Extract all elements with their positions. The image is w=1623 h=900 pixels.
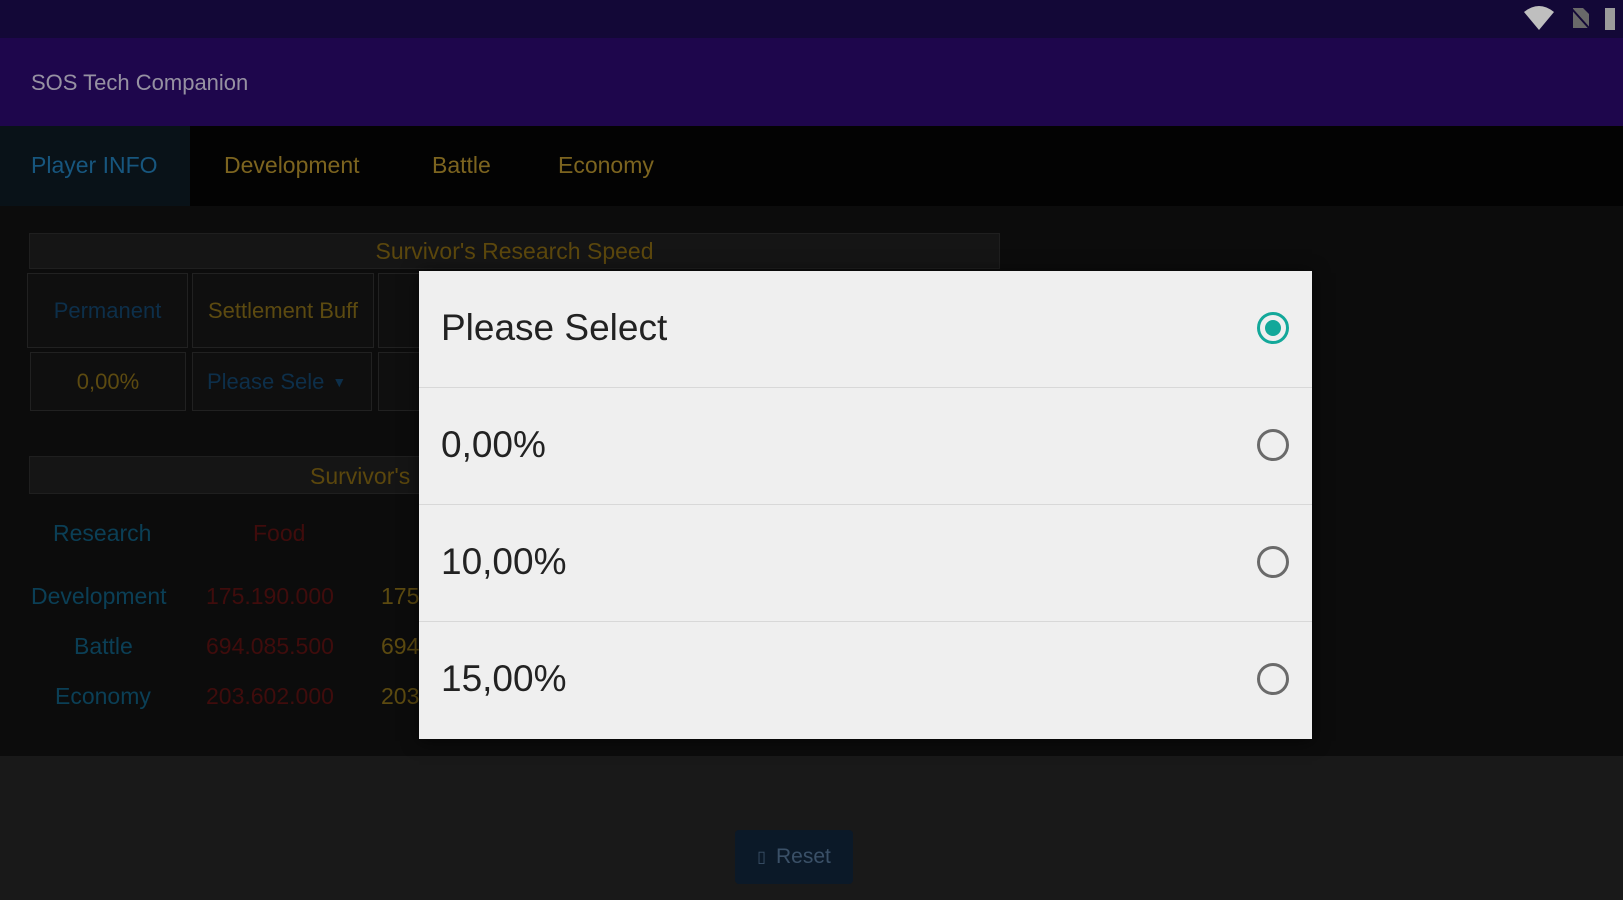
- radio-button[interactable]: [1257, 663, 1289, 695]
- option-label: 15,00%: [441, 658, 567, 699]
- radio-button[interactable]: [1257, 429, 1289, 461]
- option-label: 0,00%: [441, 424, 546, 465]
- option-15-percent[interactable]: 15,00%: [419, 622, 1312, 739]
- select-dialog: Please Select 0,00% 10,00% 15,00%: [419, 271, 1312, 739]
- option-10-percent[interactable]: 10,00%: [419, 505, 1312, 622]
- radio-button-selected[interactable]: [1257, 312, 1289, 344]
- option-label: 10,00%: [441, 541, 567, 582]
- radio-button[interactable]: [1257, 546, 1289, 578]
- option-please-select[interactable]: Please Select: [419, 271, 1312, 388]
- option-0-percent[interactable]: 0,00%: [419, 388, 1312, 505]
- option-label: Please Select: [441, 307, 668, 348]
